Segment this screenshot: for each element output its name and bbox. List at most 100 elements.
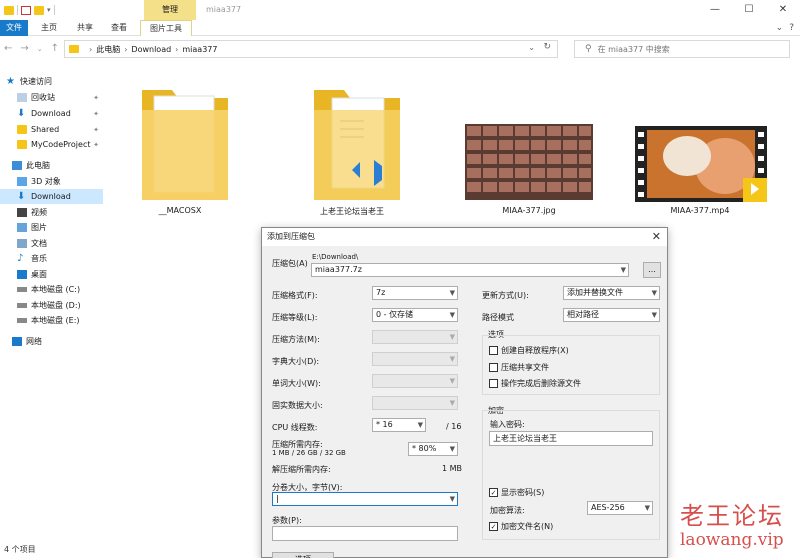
breadcrumb-download[interactable]: Download [131,45,171,54]
maximize-button[interactable]: ☐ [732,0,766,20]
documents-icon [17,239,27,248]
folder-icon[interactable] [4,5,14,15]
window-title: miaa377 [206,5,242,14]
params-input[interactable] [272,526,458,541]
chevron-down-icon: ▼ [449,289,455,297]
address-row: ← → ⌄ ↑ › 此电脑 › Download › miaa377 ⌄ ↻ ⚲… [0,37,800,61]
pin-icon[interactable]: ✦ [93,126,99,134]
quick-access-toolbar: ▾ [0,5,55,15]
breadcrumb-this-pc[interactable]: 此电脑 [96,44,120,55]
folder-icon [17,125,27,134]
path-select[interactable]: 相对路径 ▼ [563,308,660,322]
breadcrumb-separator-icon: › [89,44,93,54]
options-button[interactable]: 选项 [272,552,334,558]
properties-icon[interactable] [21,5,31,15]
tab-share[interactable]: 共享 [72,20,98,36]
close-button[interactable]: ✕ [766,0,800,20]
divider [53,5,55,15]
sidebar-item-disk-e[interactable]: 本地磁盘 (E:) [0,313,103,328]
minimize-button[interactable]: — [698,0,732,20]
sidebar-item-label: 音乐 [31,254,47,263]
sidebar-item-download-quick[interactable]: ⬇ Download ✦ [0,106,103,121]
close-icon[interactable]: ✕ [652,228,661,246]
format-select[interactable]: 7z ▼ [372,286,458,300]
sidebar-item-desktop[interactable]: 桌面 [0,267,103,282]
disk-icon [17,287,27,292]
solid-label: 固实数据大小: [272,401,323,410]
cpu-select[interactable]: * 16 ▼ [372,418,426,432]
checkbox-checked-icon: ✓ [489,488,498,497]
password-input[interactable]: 上老王论坛当老王 [489,431,653,446]
tab-view[interactable]: 查看 [106,20,132,36]
decomp-label: 解压缩所需内存: [272,465,331,474]
sidebar-item-this-pc[interactable]: 此电脑 [0,158,103,173]
pin-icon[interactable]: ✦ [93,110,99,118]
sidebar-item-documents[interactable]: 文档 [0,236,103,251]
volume-size-combo[interactable]: | ▼ [272,492,458,506]
file-item-mp4[interactable]: MIAA-377.mp4 [634,126,768,220]
sidebar-item-disk-c[interactable]: 本地磁盘 (C:) [0,282,103,297]
sidebar-item-label: 3D 对象 [31,177,61,186]
cpu-total: / 16 [446,422,462,431]
file-item-macosx[interactable]: __MACOSX [140,80,230,220]
archive-name-combo[interactable]: miaa377.7z ▼ [311,263,629,277]
level-select[interactable]: 0 - 仅存储 ▼ [372,308,458,322]
tab-picture-tools[interactable]: 图片工具 [140,20,192,36]
cpu-label: CPU 线程数: [272,423,318,432]
mem-percent-select[interactable]: * 80% ▼ [408,442,458,456]
sidebar-item-3d-objects[interactable]: 3D 对象 [0,174,103,189]
sidebar-item-label: Download [31,109,71,118]
sidebar-item-download[interactable]: ⬇ Download [0,189,103,204]
sidebar-item-label: 文档 [31,239,47,248]
chevron-down-icon: ▼ [449,445,455,453]
new-folder-icon[interactable] [34,5,44,15]
pin-icon[interactable]: ✦ [93,141,99,149]
update-label: 更新方式(U): [482,291,529,300]
customize-toolbar-icon[interactable]: ▾ [47,6,51,14]
file-item-jpg[interactable]: MIAA-377.jpg [464,124,594,220]
recent-locations-icon[interactable]: ⌄ [37,37,43,61]
context-tab-manage[interactable]: 管理 [144,0,196,20]
pin-icon[interactable]: ✦ [93,94,99,102]
password-value: 上老王论坛当老王 [493,434,557,443]
sidebar-item-label: 快速访问 [20,77,52,86]
encryption-method-select[interactable]: AES-256 ▼ [587,501,653,515]
breadcrumb-miaa377[interactable]: miaa377 [182,45,217,54]
refresh-icon[interactable]: ↻ [543,42,551,52]
browse-button[interactable]: ... [643,262,661,278]
up-icon[interactable]: ↑ [51,37,59,61]
sidebar-item-shared[interactable]: Shared ✦ [0,122,103,137]
back-icon[interactable]: ← [4,37,12,61]
image-thumbnail-icon [465,124,593,200]
ribbon-tabs: 文件 主页 共享 查看 图片工具 ⌄ ? [0,20,800,36]
sidebar-item-music[interactable]: ♪ 音乐 [0,251,103,266]
update-select[interactable]: 添加并替换文件 ▼ [563,286,660,300]
solid-select: ▼ [372,396,458,410]
sidebar-item-videos[interactable]: 视频 [0,205,103,220]
file-item-folder-2[interactable]: 上老王论坛当老王 [312,80,402,220]
compress-shared-checkbox[interactable]: 压缩共享文件 [489,362,549,373]
chevron-down-icon: ▼ [651,289,657,297]
tab-file[interactable]: 文件 [0,20,28,36]
dict-select: ▼ [372,352,458,366]
search-box[interactable]: ⚲ 在 miaa377 中搜索 [574,40,790,58]
sidebar-item-recycle-bin[interactable]: 回收站 ✦ [0,90,103,105]
sidebar-item-network[interactable]: 网络 [0,334,103,349]
sidebar-item-label: 网络 [26,337,42,346]
sidebar-item-pictures[interactable]: 图片 [0,220,103,235]
decomp-value: 1 MB [442,464,463,473]
delete-after-checkbox[interactable]: 操作完成后删除源文件 [489,378,581,389]
sidebar-item-mycodeproject[interactable]: MyCodeProject ✦ [0,137,103,152]
sidebar-item-quick-access[interactable]: ★ 快速访问 [6,74,109,89]
expand-ribbon-icon[interactable]: ⌄ [776,20,784,36]
create-sfx-checkbox[interactable]: 创建自释放程序(X) [489,345,569,356]
chevron-down-icon[interactable]: ⌄ [528,43,535,52]
forward-icon[interactable]: → [20,37,28,61]
sidebar-item-disk-d[interactable]: 本地磁盘 (D:) [0,298,103,313]
encrypt-filenames-checkbox[interactable]: ✓ 加密文件名(N) [489,521,553,532]
help-icon[interactable]: ? [789,20,794,36]
sidebar-item-label: 本地磁盘 (C:) [31,285,81,294]
tab-home[interactable]: 主页 [36,20,62,36]
show-password-checkbox[interactable]: ✓ 显示密码(S) [489,487,544,498]
address-bar[interactable]: › 此电脑 › Download › miaa377 ⌄ ↻ [64,40,558,58]
